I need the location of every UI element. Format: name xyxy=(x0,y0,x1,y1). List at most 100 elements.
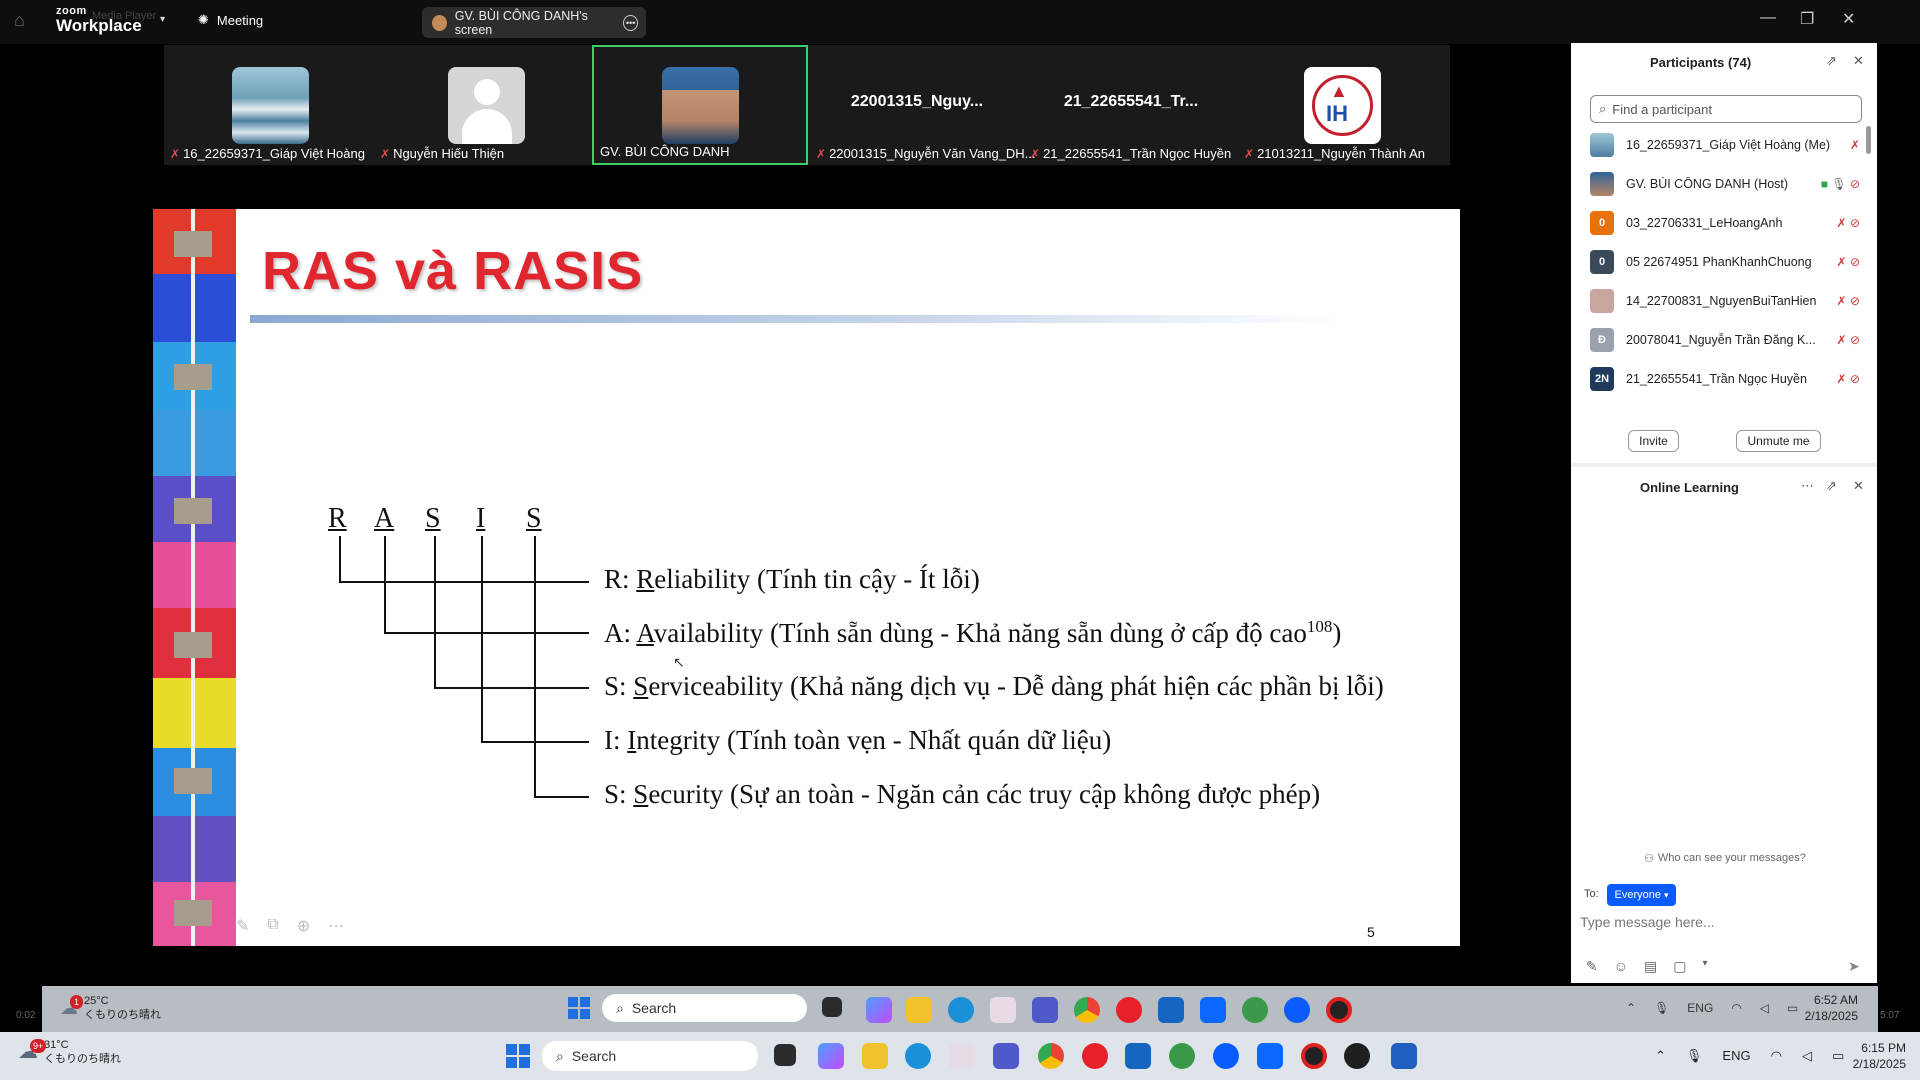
participant-row[interactable]: 2N 21_22655541_Trần Ngọc Huyền ✗ ⊘ xyxy=(1590,360,1860,398)
mic-icon[interactable]: 🎙 xyxy=(1654,1001,1669,1015)
inner-weather-widget[interactable]: ☁ 1 25°C くもりのち晴れ xyxy=(60,994,161,1022)
task-view-icon[interactable] xyxy=(774,1044,796,1066)
participant-name: 16_22659371_Giáp Việt Hoàng xyxy=(183,146,365,161)
logo-chevron-down-icon[interactable]: ▾ xyxy=(160,14,165,25)
participant-row[interactable]: 16_22659371_Giáp Việt Hoàng (Me) ✗ xyxy=(1590,126,1860,164)
weather-widget[interactable]: ☁ 9+ 31°C くもりのち晴れ xyxy=(18,1038,121,1066)
windows-start-icon[interactable] xyxy=(568,997,590,1019)
word-icon[interactable] xyxy=(1391,1043,1417,1069)
inner-search-box[interactable]: ⌕ Search xyxy=(602,994,807,1022)
emoji-icon[interactable]: ☺ xyxy=(1614,958,1628,975)
video-tile-3-active-speaker[interactable]: GV. BÙI CÔNG DANH xyxy=(592,45,808,165)
minimize-icon[interactable]: — xyxy=(1760,9,1776,27)
participant-row[interactable]: 0 05 22674951 PhanKhanhChuong ✗ ⊘ xyxy=(1590,243,1860,281)
recipient-value: Everyone xyxy=(1614,889,1661,901)
copilot-icon[interactable] xyxy=(866,997,892,1023)
close-window-icon[interactable]: ✕ xyxy=(1842,9,1855,29)
globe-app-icon[interactable] xyxy=(1242,997,1268,1023)
unmute-me-button[interactable]: Unmute me xyxy=(1736,430,1821,452)
store-icon[interactable] xyxy=(1158,997,1184,1023)
participant-row[interactable]: 14_22700831_NguyenBuiTanHien ✗ ⊘ xyxy=(1590,282,1860,320)
mic-icon[interactable]: 🎙 xyxy=(1686,1048,1703,1064)
record-icon[interactable] xyxy=(1326,997,1352,1023)
zalo-icon[interactable] xyxy=(1257,1043,1283,1069)
app-icon[interactable] xyxy=(990,997,1016,1023)
teams-icon[interactable] xyxy=(993,1043,1019,1069)
screen-share-pill[interactable]: GV. BÙI CÔNG DANH's screen ••• xyxy=(422,7,646,38)
chevron-up-icon[interactable]: ⌃ xyxy=(1626,1001,1636,1015)
chat-popout-icon[interactable]: ⇗ xyxy=(1826,478,1837,494)
volume-icon[interactable]: ◁ xyxy=(1802,1048,1812,1064)
mic-icon: 🎙 xyxy=(1831,177,1847,191)
invite-button[interactable]: Invite xyxy=(1628,430,1679,452)
participant-row[interactable]: GV. BÙI CÔNG DANH (Host) ■ 🎙 ⊘ xyxy=(1590,165,1860,203)
restore-icon[interactable]: ❐ xyxy=(1800,9,1814,29)
rasis-letter: I xyxy=(476,503,486,534)
chrome-icon[interactable] xyxy=(1038,1043,1064,1069)
participant-row[interactable]: Đ 20078041_Nguyễn Trần Đăng K... ✗ ⊘ xyxy=(1590,321,1860,359)
wifi-icon[interactable]: ◠ xyxy=(1771,1048,1782,1064)
chevron-up-icon[interactable]: ⌃ xyxy=(1655,1048,1666,1064)
home-icon[interactable]: ⌂ xyxy=(14,10,25,31)
title-divider xyxy=(250,315,1340,323)
chevron-down-icon[interactable]: ▾ xyxy=(1703,958,1708,975)
file-icon[interactable]: ▤ xyxy=(1644,958,1657,975)
file-explorer-icon[interactable] xyxy=(906,997,932,1023)
chat-close-icon[interactable]: ✕ xyxy=(1853,478,1864,494)
video-tile-2[interactable]: ✗ Nguyễn Hiếu Thiện xyxy=(374,45,590,165)
recipient-dropdown[interactable]: Everyone ▾ xyxy=(1607,884,1676,906)
format-icon[interactable]: ✎ xyxy=(1586,958,1598,975)
participant-name: 21_22655541_Trần Ngọc Huyền xyxy=(1043,146,1232,161)
video-off-icon: ⊘ xyxy=(1849,177,1860,191)
teams-icon[interactable] xyxy=(1032,997,1058,1023)
close-panel-icon[interactable]: ✕ xyxy=(1853,53,1864,69)
video-tile-4[interactable]: 22001315_Nguy... ✗ 22001315_Nguyễn Văn Va… xyxy=(810,45,1036,165)
chat-message-input[interactable]: Type message here... xyxy=(1580,914,1715,930)
zoom-icon[interactable]: ⊕ xyxy=(297,916,310,936)
send-icon[interactable]: ➤ xyxy=(1848,958,1860,975)
chrome-icon[interactable] xyxy=(1074,997,1100,1023)
who-can-see-link[interactable]: ⚇ Who can see your messages? xyxy=(1644,852,1806,865)
video-tile-5[interactable]: 21_22655541_Tr... ✗ 21_22655541_Trần Ngọc… xyxy=(1024,45,1238,165)
task-view-icon[interactable] xyxy=(822,997,842,1017)
muted-mic-icon: ✗ xyxy=(1836,294,1847,308)
media-player-icon[interactable] xyxy=(1344,1043,1370,1069)
language-indicator[interactable]: ENG xyxy=(1722,1048,1750,1064)
store-icon[interactable] xyxy=(1125,1043,1151,1069)
participants-scrollbar[interactable] xyxy=(1866,126,1871,154)
opera-icon[interactable] xyxy=(1116,997,1142,1023)
opera-icon[interactable] xyxy=(1082,1043,1108,1069)
popout-icon[interactable]: ⇗ xyxy=(1826,53,1837,69)
clock[interactable]: 6:15 PM 2/18/2025 xyxy=(1840,1040,1906,1072)
more-options-icon[interactable]: ••• xyxy=(623,14,638,31)
rasis-row-security: S: Security (Sự an toàn - Ngăn cản các t… xyxy=(604,779,1321,809)
edge-icon[interactable] xyxy=(948,997,974,1023)
screenshot-icon[interactable]: ▢ xyxy=(1673,958,1686,975)
copilot-icon[interactable] xyxy=(818,1043,844,1069)
search-box[interactable]: ⌕ Search xyxy=(542,1041,758,1071)
zoom-app-icon[interactable] xyxy=(1213,1043,1239,1069)
file-explorer-icon[interactable] xyxy=(862,1043,888,1069)
copy-icon[interactable]: ⧉ xyxy=(267,916,278,936)
zalo-icon[interactable] xyxy=(1200,997,1226,1023)
inner-clock[interactable]: 6:52 AM 2/18/2025 xyxy=(1796,992,1858,1024)
video-gallery-strip: ✗ 16_22659371_Giáp Việt Hoàng ✗ Nguyễn Hiế… xyxy=(164,45,1450,165)
chat-more-icon[interactable]: ⋯ xyxy=(1801,478,1814,494)
temperature: 31°C xyxy=(44,1039,69,1051)
meeting-tab[interactable]: ✺ Meeting xyxy=(198,12,263,28)
video-tile-1[interactable]: ✗ 16_22659371_Giáp Việt Hoàng xyxy=(164,45,374,165)
language-indicator[interactable]: ENG xyxy=(1687,1001,1713,1015)
find-participant-input[interactable]: ⌕ Find a participant xyxy=(1590,95,1862,123)
zoom-app-icon[interactable] xyxy=(1284,997,1310,1023)
more-icon[interactable]: ⋯ xyxy=(328,916,344,936)
globe-app-icon[interactable] xyxy=(1169,1043,1195,1069)
volume-icon[interactable]: ◁ xyxy=(1760,1001,1769,1015)
app-icon[interactable] xyxy=(949,1043,975,1069)
pen-icon[interactable]: ✎ xyxy=(236,916,249,936)
wifi-icon[interactable]: ◠ xyxy=(1731,1001,1741,1015)
participant-row[interactable]: 0 03_22706331_LeHoangAnh ✗ ⊘ xyxy=(1590,204,1860,242)
record-icon[interactable] xyxy=(1301,1043,1327,1069)
windows-start-icon[interactable] xyxy=(506,1044,530,1068)
video-tile-6[interactable]: IH ▲ ✗ 21013211_Nguyễn Thành An xyxy=(1238,45,1450,165)
edge-icon[interactable] xyxy=(905,1043,931,1069)
